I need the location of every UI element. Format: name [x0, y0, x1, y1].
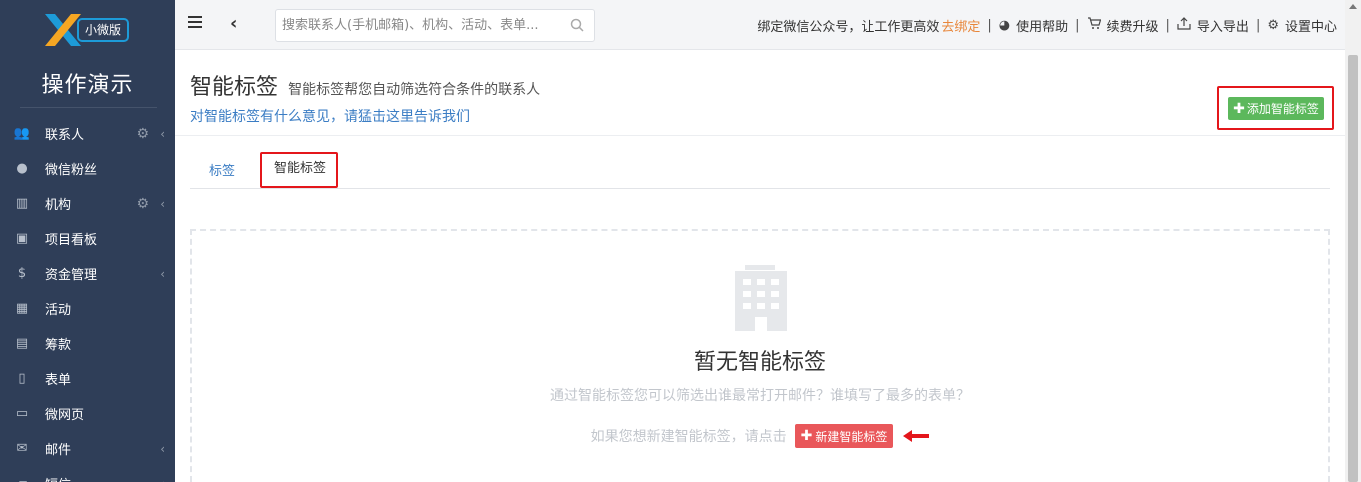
money-icon: ▤	[15, 336, 29, 351]
empty-cta: 如果您想新建智能标签，请点击 ✚ 新建智能标签	[192, 424, 1328, 448]
envelope-icon: ✉	[16, 441, 28, 456]
logo-x-icon	[45, 14, 81, 46]
title-divider	[20, 107, 157, 108]
empty-title: 暂无智能标签	[693, 350, 826, 375]
sidebar-item-0[interactable]: 👥 联系人 ⚙ ‹	[0, 116, 175, 151]
calendar-icon: ▦	[15, 301, 29, 316]
page-subtitle: 智能标签帮您自动筛选符合条件的联系人	[288, 82, 541, 98]
search-icon[interactable]	[570, 18, 584, 36]
chevron-left-icon[interactable]: ‹	[160, 442, 165, 456]
import-export-button[interactable]: 导入导出	[1177, 16, 1249, 35]
separator: |	[987, 18, 992, 33]
sidebar-item-label: 微信粉丝	[45, 163, 98, 178]
clipboard-icon: ▯	[18, 371, 26, 386]
sidebar-item-label: 短信	[45, 474, 71, 482]
scroll-thumb[interactable]	[1348, 55, 1358, 482]
sidebar-item-5[interactable]: ▦ 活动	[0, 291, 175, 326]
separator: |	[1075, 18, 1080, 33]
tab-smart-tags[interactable]: 智能标签	[274, 152, 326, 186]
help-button[interactable]: ◕ 使用帮助	[999, 16, 1068, 35]
header-divider	[175, 135, 1345, 136]
settings-label: 设置中心	[1284, 20, 1337, 35]
cta-text: 如果您想新建智能标签，请点击	[590, 429, 787, 445]
search-input[interactable]	[276, 10, 556, 41]
tab-highlight: 智能标签	[260, 152, 338, 188]
sidebar-item-label: 筹款	[45, 338, 72, 353]
bind-wechat-text: 绑定微信公众号，让工作更高效	[757, 20, 940, 35]
main-content: 智能标签 智能标签帮您自动筛选符合条件的联系人 对智能标签有什么意见，请猛击这里…	[175, 51, 1345, 482]
gear-icon[interactable]: ⚙	[136, 196, 149, 212]
upload-icon	[1177, 17, 1191, 34]
plus-icon: ✚	[1233, 100, 1245, 117]
page-header: 智能标签 智能标签帮您自动筛选符合条件的联系人	[190, 69, 540, 101]
add-button-highlight: ✚ 添加智能标签	[1217, 86, 1334, 130]
inbox-icon: ▣	[15, 231, 29, 246]
sidebar-item-label: 活动	[45, 303, 72, 318]
logo-badge: 小微版	[77, 18, 130, 42]
add-smart-tag-button[interactable]: ✚ 添加智能标签	[1228, 97, 1324, 120]
upgrade-button[interactable]: 续费升级	[1087, 16, 1159, 35]
top-bar-actions: 绑定微信公众号，让工作更高效 去绑定 | ◕ 使用帮助 | 续费升级 | 导入导…	[757, 16, 1337, 35]
sidebar-item-label: 邮件	[45, 443, 72, 458]
sidebar-item-label: 资金管理	[45, 268, 98, 283]
chevron-left-icon[interactable]: ‹	[230, 13, 237, 34]
new-smart-tag-button[interactable]: ✚ 新建智能标签	[794, 424, 894, 448]
chevron-left-icon[interactable]: ‹	[160, 127, 165, 141]
tab-tags[interactable]: 标签	[209, 155, 235, 189]
building-icon: ▥	[15, 196, 29, 211]
app-title: 操作演示	[41, 73, 134, 98]
support-icon: ◕	[998, 18, 1011, 33]
logo[interactable]: 小微版	[43, 12, 130, 48]
scroll-up-icon[interactable]	[1349, 4, 1357, 9]
file-icon: ▭	[15, 406, 29, 421]
chat-bubble-icon: ●	[16, 161, 28, 176]
separator: |	[1165, 18, 1170, 33]
sidebar-item-9[interactable]: ✉ 邮件 ‹	[0, 431, 175, 466]
sidebar-item-6[interactable]: ▤ 筹款	[0, 326, 175, 361]
sidebar-item-10[interactable]: ▰ 短信 ‹	[0, 466, 175, 482]
add-smart-tag-label: 添加智能标签	[1246, 102, 1319, 116]
sidebar-item-label: 微网页	[45, 408, 85, 423]
building-icon	[735, 265, 787, 331]
page-title: 智能标签	[190, 75, 279, 100]
bind-wechat-link[interactable]: 去绑定	[941, 16, 980, 35]
gear-icon: ⚙	[1267, 18, 1279, 33]
feedback-link[interactable]: 对智能标签有什么意见，请猛击这里告诉我们	[190, 106, 470, 126]
sidebar-item-label: 联系人	[45, 128, 85, 143]
sidebar-item-7[interactable]: ▯ 表单	[0, 361, 175, 396]
chevron-left-icon[interactable]: ‹	[160, 477, 165, 482]
separator: |	[1255, 18, 1261, 33]
sidebar: 小微版 操作演示 👥 联系人 ⚙ ‹ ● 微信粉丝 ▥ 机构 ⚙ ‹ ▣ 项目看板 $ 资金管理 ‹ ▦ 活动 ▤…	[0, 0, 175, 482]
sidebar-item-2[interactable]: ▥ 机构 ⚙ ‹	[0, 186, 175, 221]
sidebar-item-1[interactable]: ● 微信粉丝	[0, 151, 175, 186]
plus-icon: ✚	[800, 428, 813, 444]
sidebar-item-label: 机构	[45, 198, 72, 213]
sms-icon: ▰	[14, 476, 30, 482]
import-export-label: 导入导出	[1196, 20, 1249, 35]
dollar-icon: $	[17, 266, 27, 281]
new-smart-tag-label: 新建智能标签	[815, 429, 888, 444]
gear-icon[interactable]: ⚙	[136, 126, 149, 142]
sidebar-item-label: 项目看板	[45, 233, 98, 248]
hamburger-menu-icon[interactable]	[188, 16, 202, 30]
chevron-left-icon[interactable]: ‹	[160, 267, 165, 281]
settings-button[interactable]: ⚙ 设置中心	[1267, 16, 1337, 35]
scrollbar[interactable]	[1345, 0, 1361, 482]
sidebar-item-3[interactable]: ▣ 项目看板	[0, 221, 175, 256]
empty-state: 暂无智能标签 通过智能标签您可以筛选出谁最常打开邮件？谁填写了最多的表单？ 如果…	[190, 229, 1330, 482]
sidebar-item-label: 表单	[45, 373, 72, 388]
search-box	[275, 9, 595, 42]
upgrade-label: 续费升级	[1106, 20, 1159, 35]
users-icon: 👥	[13, 126, 31, 141]
top-bar: ‹ 绑定微信公众号，让工作更高效 去绑定 | ◕ 使用帮助 | 续费升级 | 导…	[175, 0, 1345, 50]
tab-bar: 标签 智能标签	[190, 152, 1330, 189]
sidebar-nav: 👥 联系人 ⚙ ‹ ● 微信粉丝 ▥ 机构 ⚙ ‹ ▣ 项目看板 $ 资金管理 ‹ ▦ 活动 ▤ 筹款 ▯ 表单 ▭ 微网页…	[0, 116, 175, 482]
cart-icon	[1087, 17, 1101, 34]
empty-description: 通过智能标签您可以筛选出谁最常打开邮件？谁填写了最多的表单？	[550, 388, 970, 404]
arrow-left-icon	[903, 430, 930, 442]
sidebar-item-4[interactable]: $ 资金管理 ‹	[0, 256, 175, 291]
help-label: 使用帮助	[1016, 20, 1069, 35]
sidebar-item-8[interactable]: ▭ 微网页	[0, 396, 175, 431]
chevron-left-icon[interactable]: ‹	[160, 197, 165, 211]
